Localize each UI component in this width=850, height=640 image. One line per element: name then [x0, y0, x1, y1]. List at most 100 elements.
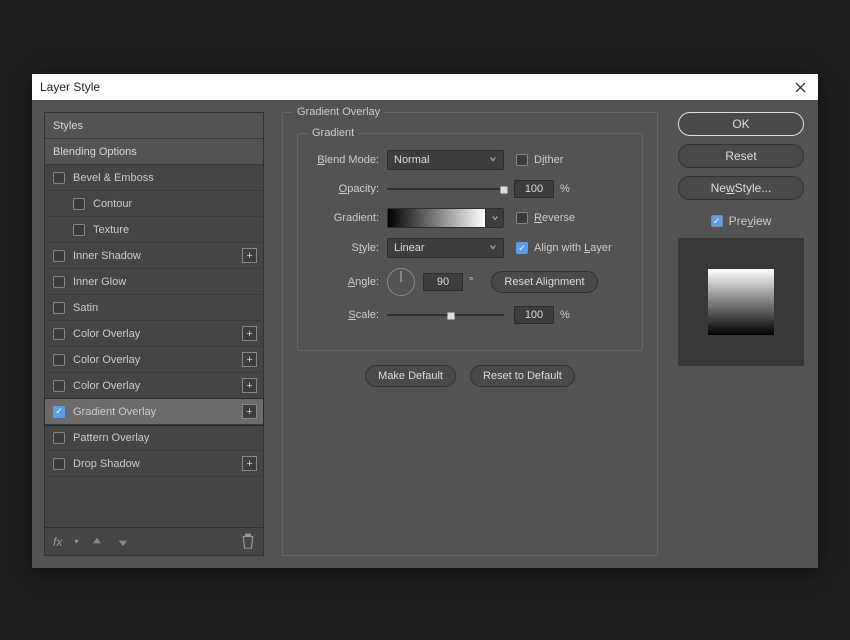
settings-panel: Gradient Overlay Gradient Blend Mode: No…	[282, 112, 658, 556]
checkbox[interactable]	[73, 224, 85, 236]
opacity-slider[interactable]	[387, 182, 504, 196]
style-item-label: Drop Shadow	[73, 458, 140, 470]
style-item-gradient-overlay[interactable]: Gradient Overlay +	[45, 399, 263, 425]
close-button[interactable]	[790, 77, 810, 97]
preview-swatch	[708, 269, 774, 335]
style-label: Style:	[312, 242, 387, 254]
style-item-label: Color Overlay	[73, 354, 140, 366]
style-item-color-overlay[interactable]: Color Overlay +	[45, 347, 263, 373]
style-item-contour[interactable]: Contour	[45, 191, 263, 217]
gradient-group: Gradient Blend Mode: Normal Dither	[297, 133, 643, 351]
style-item-satin[interactable]: Satin	[45, 295, 263, 321]
styles-panel: Styles Blending Options Bevel & Emboss C…	[44, 112, 264, 556]
make-default-button[interactable]: Make Default	[365, 365, 456, 387]
arrow-up-icon[interactable]	[90, 535, 104, 549]
gradient-overlay-group: Gradient Overlay Gradient Blend Mode: No…	[282, 112, 658, 556]
checkbox[interactable]	[53, 250, 65, 262]
styles-footer: fx ▾	[45, 527, 263, 555]
align-checkbox[interactable]	[516, 242, 528, 254]
scale-unit: %	[560, 309, 570, 321]
style-item-label: Color Overlay	[73, 380, 140, 392]
group-title: Gradient Overlay	[293, 106, 384, 118]
inner-group-title: Gradient	[308, 127, 358, 139]
styles-header[interactable]: Styles	[45, 113, 263, 139]
reset-to-default-button[interactable]: Reset to Default	[470, 365, 575, 387]
opacity-unit: %	[560, 183, 570, 195]
style-item-label: Inner Shadow	[73, 250, 141, 262]
dither-checkbox[interactable]	[516, 154, 528, 166]
checkbox[interactable]	[53, 328, 65, 340]
reverse-checkbox[interactable]	[516, 212, 528, 224]
preview-checkbox[interactable]	[711, 215, 723, 227]
style-item-label: Color Overlay	[73, 328, 140, 340]
style-item-inner-glow[interactable]: Inner Glow	[45, 269, 263, 295]
angle-unit: °	[469, 276, 473, 288]
style-item-label: Bevel & Emboss	[73, 172, 154, 184]
style-select[interactable]: Linear	[387, 238, 504, 258]
opacity-input[interactable]: 100	[514, 180, 554, 198]
ok-button[interactable]: OK	[678, 112, 804, 136]
style-item-pattern-overlay[interactable]: Pattern Overlay	[45, 425, 263, 451]
style-item-texture[interactable]: Texture	[45, 217, 263, 243]
style-item-label: Satin	[73, 302, 98, 314]
add-effect-button[interactable]: +	[242, 326, 257, 341]
checkbox[interactable]	[53, 354, 65, 366]
add-effect-button[interactable]: +	[242, 456, 257, 471]
angle-input[interactable]: 90	[423, 273, 463, 291]
chevron-down-icon	[489, 242, 497, 254]
checkbox[interactable]	[73, 198, 85, 210]
style-item-color-overlay[interactable]: Color Overlay +	[45, 321, 263, 347]
style-item-inner-shadow[interactable]: Inner Shadow +	[45, 243, 263, 269]
arrow-down-icon[interactable]	[116, 535, 130, 549]
styles-label: Styles	[53, 120, 83, 132]
scale-label: Scale:	[312, 309, 387, 321]
scale-slider[interactable]	[387, 308, 504, 322]
blending-options-row[interactable]: Blending Options	[45, 139, 263, 165]
angle-dial[interactable]	[387, 268, 415, 296]
dither-label: Dither	[534, 154, 563, 166]
reset-button[interactable]: Reset	[678, 144, 804, 168]
opacity-label: Opacity:	[312, 183, 387, 195]
titlebar[interactable]: Layer Style	[32, 74, 818, 100]
style-item-color-overlay[interactable]: Color Overlay +	[45, 373, 263, 399]
fx-menu-icon[interactable]: fx	[53, 535, 62, 549]
blending-options-label: Blending Options	[53, 146, 137, 158]
add-effect-button[interactable]: +	[242, 248, 257, 263]
checkbox[interactable]	[53, 380, 65, 392]
new-style-button[interactable]: New Style...	[678, 176, 804, 200]
checkbox[interactable]	[53, 458, 65, 470]
angle-label: Angle:	[312, 276, 387, 288]
checkbox[interactable]	[53, 406, 65, 418]
style-item-label: Contour	[93, 198, 132, 210]
preview-label: Preview	[729, 214, 772, 228]
blend-mode-select[interactable]: Normal	[387, 150, 504, 170]
trash-icon[interactable]	[241, 535, 255, 549]
dialog-title: Layer Style	[40, 80, 100, 94]
scale-input[interactable]: 100	[514, 306, 554, 324]
chevron-down-icon	[489, 154, 497, 166]
add-effect-button[interactable]: +	[242, 352, 257, 367]
reverse-label: Reverse	[534, 212, 575, 224]
checkbox[interactable]	[53, 432, 65, 444]
style-item-label: Inner Glow	[73, 276, 126, 288]
checkbox[interactable]	[53, 276, 65, 288]
checkbox[interactable]	[53, 302, 65, 314]
preview-box	[678, 238, 804, 366]
style-item-label: Pattern Overlay	[73, 432, 149, 444]
checkbox[interactable]	[53, 172, 65, 184]
chevron-down-icon[interactable]	[485, 209, 503, 227]
style-item-bevel-emboss[interactable]: Bevel & Emboss	[45, 165, 263, 191]
gradient-picker[interactable]	[387, 208, 504, 228]
reset-alignment-button[interactable]: Reset Alignment	[491, 271, 597, 293]
blend-mode-value: Normal	[394, 154, 429, 166]
style-value: Linear	[394, 242, 425, 254]
gradient-label: Gradient:	[312, 212, 387, 224]
add-effect-button[interactable]: +	[242, 404, 257, 419]
style-item-label: Texture	[93, 224, 129, 236]
style-item-label: Gradient Overlay	[73, 406, 156, 418]
style-item-drop-shadow[interactable]: Drop Shadow +	[45, 451, 263, 477]
add-effect-button[interactable]: +	[242, 378, 257, 393]
actions-panel: OK Reset New Style... Preview	[676, 112, 806, 556]
align-label: Align with Layer	[534, 242, 612, 254]
blend-mode-label: Blend Mode:	[312, 154, 387, 166]
